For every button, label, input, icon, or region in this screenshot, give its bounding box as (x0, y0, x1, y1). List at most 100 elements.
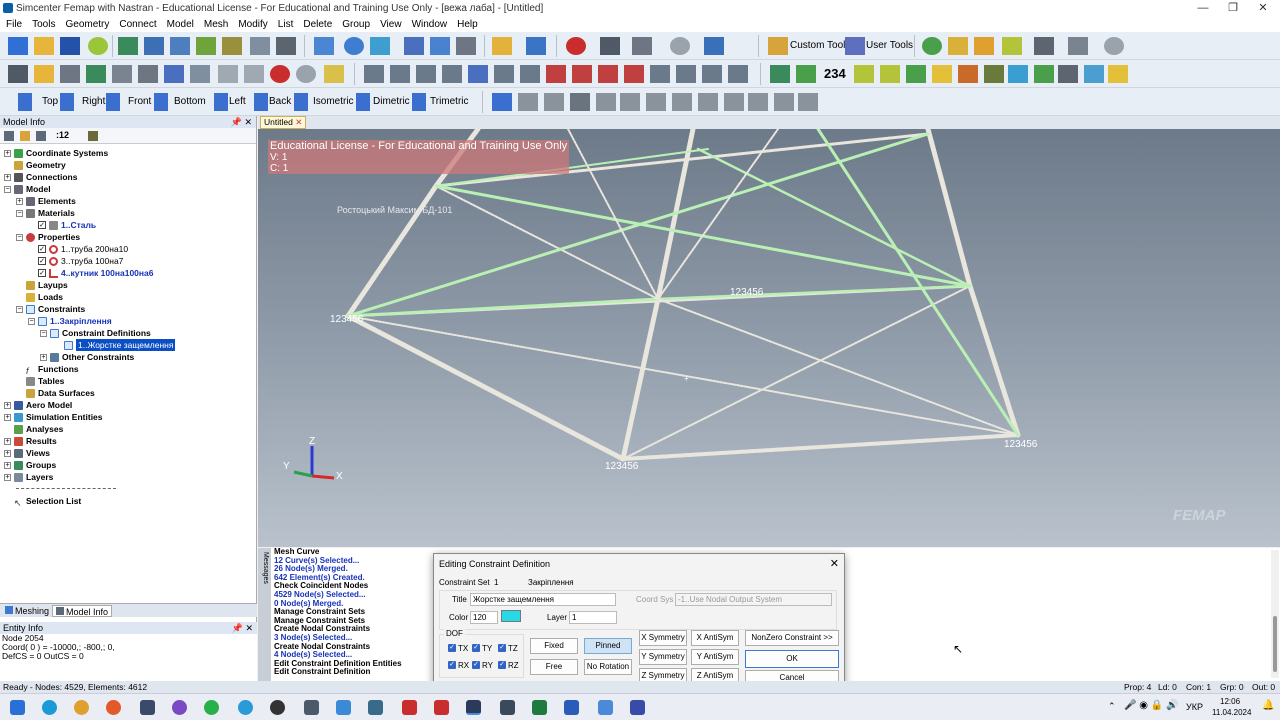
new-file-icon[interactable] (8, 37, 28, 55)
split-icon[interactable] (1008, 65, 1028, 83)
tree-item-layers[interactable]: + Layers (4, 471, 53, 483)
calendar-icon[interactable] (630, 700, 645, 715)
menu-help[interactable]: Help (457, 19, 478, 30)
menu-file[interactable]: File (6, 19, 22, 30)
arc-icon[interactable] (520, 65, 540, 83)
telegram-icon[interactable] (238, 700, 253, 715)
tree-item-constraint-definitions[interactable]: − Constraint Definitions (40, 327, 151, 339)
tree-item-views[interactable]: + Views (4, 447, 50, 459)
coord-sys-select[interactable]: -1..Use Nodal Output System (675, 593, 832, 606)
close-circle-icon[interactable] (1104, 37, 1124, 55)
user-tools-button[interactable]: User Tools (866, 40, 913, 51)
horizontal-line-icon[interactable] (702, 65, 722, 83)
tree-item-property-1[interactable]: ✓ 1..труба 200на10 (38, 243, 128, 255)
arc-center-icon[interactable] (546, 65, 566, 83)
settings-icon[interactable] (698, 93, 718, 111)
save-icon[interactable] (60, 37, 80, 55)
clock-date[interactable]: 11.04.2024 (1212, 708, 1251, 717)
window-icon[interactable] (646, 93, 666, 111)
tab-meshing[interactable]: Meshing (2, 605, 52, 617)
tree-item-tables[interactable]: Tables (16, 375, 64, 387)
property-3-checkbox[interactable]: ✓ (38, 257, 46, 265)
menu-mesh[interactable]: Mesh (204, 19, 228, 30)
target-icon[interactable] (296, 65, 316, 83)
eraser-icon[interactable] (974, 37, 994, 55)
report-icon[interactable] (112, 65, 132, 83)
tree-options-icon[interactable] (36, 131, 46, 141)
layer-input[interactable]: 1 (569, 611, 617, 624)
view-dimetric-button[interactable]: Dimetric (373, 96, 410, 107)
tree-item-model[interactable]: − Model (4, 183, 51, 195)
x-symmetry-button[interactable]: X Symmetry (639, 630, 687, 646)
view-front-button[interactable]: Front (128, 96, 151, 107)
tab-untitled[interactable]: Untitled ✕ (260, 116, 307, 129)
app-icon-6[interactable] (500, 700, 515, 715)
tree-item-properties[interactable]: − Properties (16, 231, 80, 243)
tree-item-constraint-set[interactable]: −1..Закріплення (28, 315, 112, 327)
tree-item-geometry[interactable]: Geometry (4, 159, 66, 171)
export-icon[interactable] (144, 37, 164, 55)
curve-icon[interactable] (880, 65, 900, 83)
axes-icon[interactable] (1108, 65, 1128, 83)
spline-icon[interactable] (650, 65, 670, 83)
tray-icons[interactable]: 🎤 ◉ 🔒 🔊 (1124, 700, 1178, 711)
minimize-button[interactable]: — (1188, 0, 1218, 16)
whatsapp-icon[interactable] (204, 700, 219, 715)
pencil-icon[interactable] (948, 37, 968, 55)
tree-item-aero-model[interactable]: + Aero Model (4, 399, 72, 411)
custom-tools-icon[interactable] (768, 37, 788, 55)
mesh-icon[interactable] (8, 65, 28, 83)
cross-icon[interactable] (1034, 65, 1054, 83)
group-icon[interactable] (922, 37, 942, 55)
surface-icon[interactable] (906, 65, 926, 83)
line-angle-icon[interactable] (416, 65, 436, 83)
parallel-icon[interactable] (494, 65, 514, 83)
nonzero-constraint-button[interactable]: NonZero Constraint >> (745, 630, 839, 646)
excel-icon[interactable] (532, 700, 547, 715)
entity-pin-icon[interactable]: 📌 ✕ (232, 622, 253, 634)
view-isometric-button[interactable]: Isometric (313, 96, 354, 107)
layout-icon[interactable] (570, 93, 590, 111)
app-icon-1[interactable] (140, 700, 155, 715)
window-select-icon[interactable] (1068, 37, 1088, 55)
femap-icon[interactable] (466, 700, 481, 715)
tree-item-constraint-definition-1[interactable]: 1..Жорстке защемлення (64, 339, 176, 351)
text-icon[interactable] (932, 65, 952, 83)
view-left-button[interactable]: Left (229, 96, 246, 107)
autocad-icon[interactable] (402, 700, 417, 715)
spreadsheet-icon[interactable] (190, 65, 210, 83)
analyze-icon[interactable] (222, 37, 242, 55)
tx-checkbox[interactable]: ✓ (448, 644, 456, 652)
menu-modify[interactable]: Modify (238, 19, 267, 30)
view-trimetric-icon[interactable] (412, 93, 426, 111)
color-swatch[interactable] (501, 610, 521, 622)
material-visibility-checkbox[interactable]: ✓ (38, 221, 46, 229)
list-icon[interactable] (404, 37, 424, 55)
menu-view[interactable]: View (380, 19, 402, 30)
tools-icon[interactable] (244, 65, 264, 83)
pick-icon[interactable] (344, 37, 364, 55)
view-right-button[interactable]: Right (82, 96, 105, 107)
align-icon[interactable] (492, 93, 512, 111)
menu-delete[interactable]: Delete (303, 19, 332, 30)
close-window-button[interactable]: ✕ (1248, 0, 1278, 16)
import-icon[interactable] (118, 37, 138, 55)
cascade-icon[interactable] (672, 93, 692, 111)
options-icon[interactable] (724, 93, 744, 111)
cursor-icon[interactable] (600, 37, 620, 55)
rectangle-icon[interactable] (468, 65, 488, 83)
cube-icon[interactable] (456, 37, 476, 55)
tree-item-selection-list[interactable]: ↖ Selection List (14, 495, 81, 508)
pan-icon[interactable] (518, 93, 538, 111)
color-icon[interactable] (270, 65, 290, 83)
open-folder-icon[interactable] (34, 37, 54, 55)
app-icon-5[interactable] (434, 700, 449, 715)
tree-tool-icon[interactable] (88, 131, 98, 141)
view-right-icon[interactable] (60, 93, 74, 111)
app-icon-2[interactable] (304, 700, 319, 715)
layers-icon[interactable] (430, 37, 450, 55)
tree-item-data-surfaces[interactable]: Data Surfaces (16, 387, 95, 399)
app-icon-3[interactable] (336, 700, 351, 715)
title-input[interactable]: Жорстке защемлення (470, 593, 616, 606)
messages-scrollbar[interactable] (1271, 550, 1279, 678)
